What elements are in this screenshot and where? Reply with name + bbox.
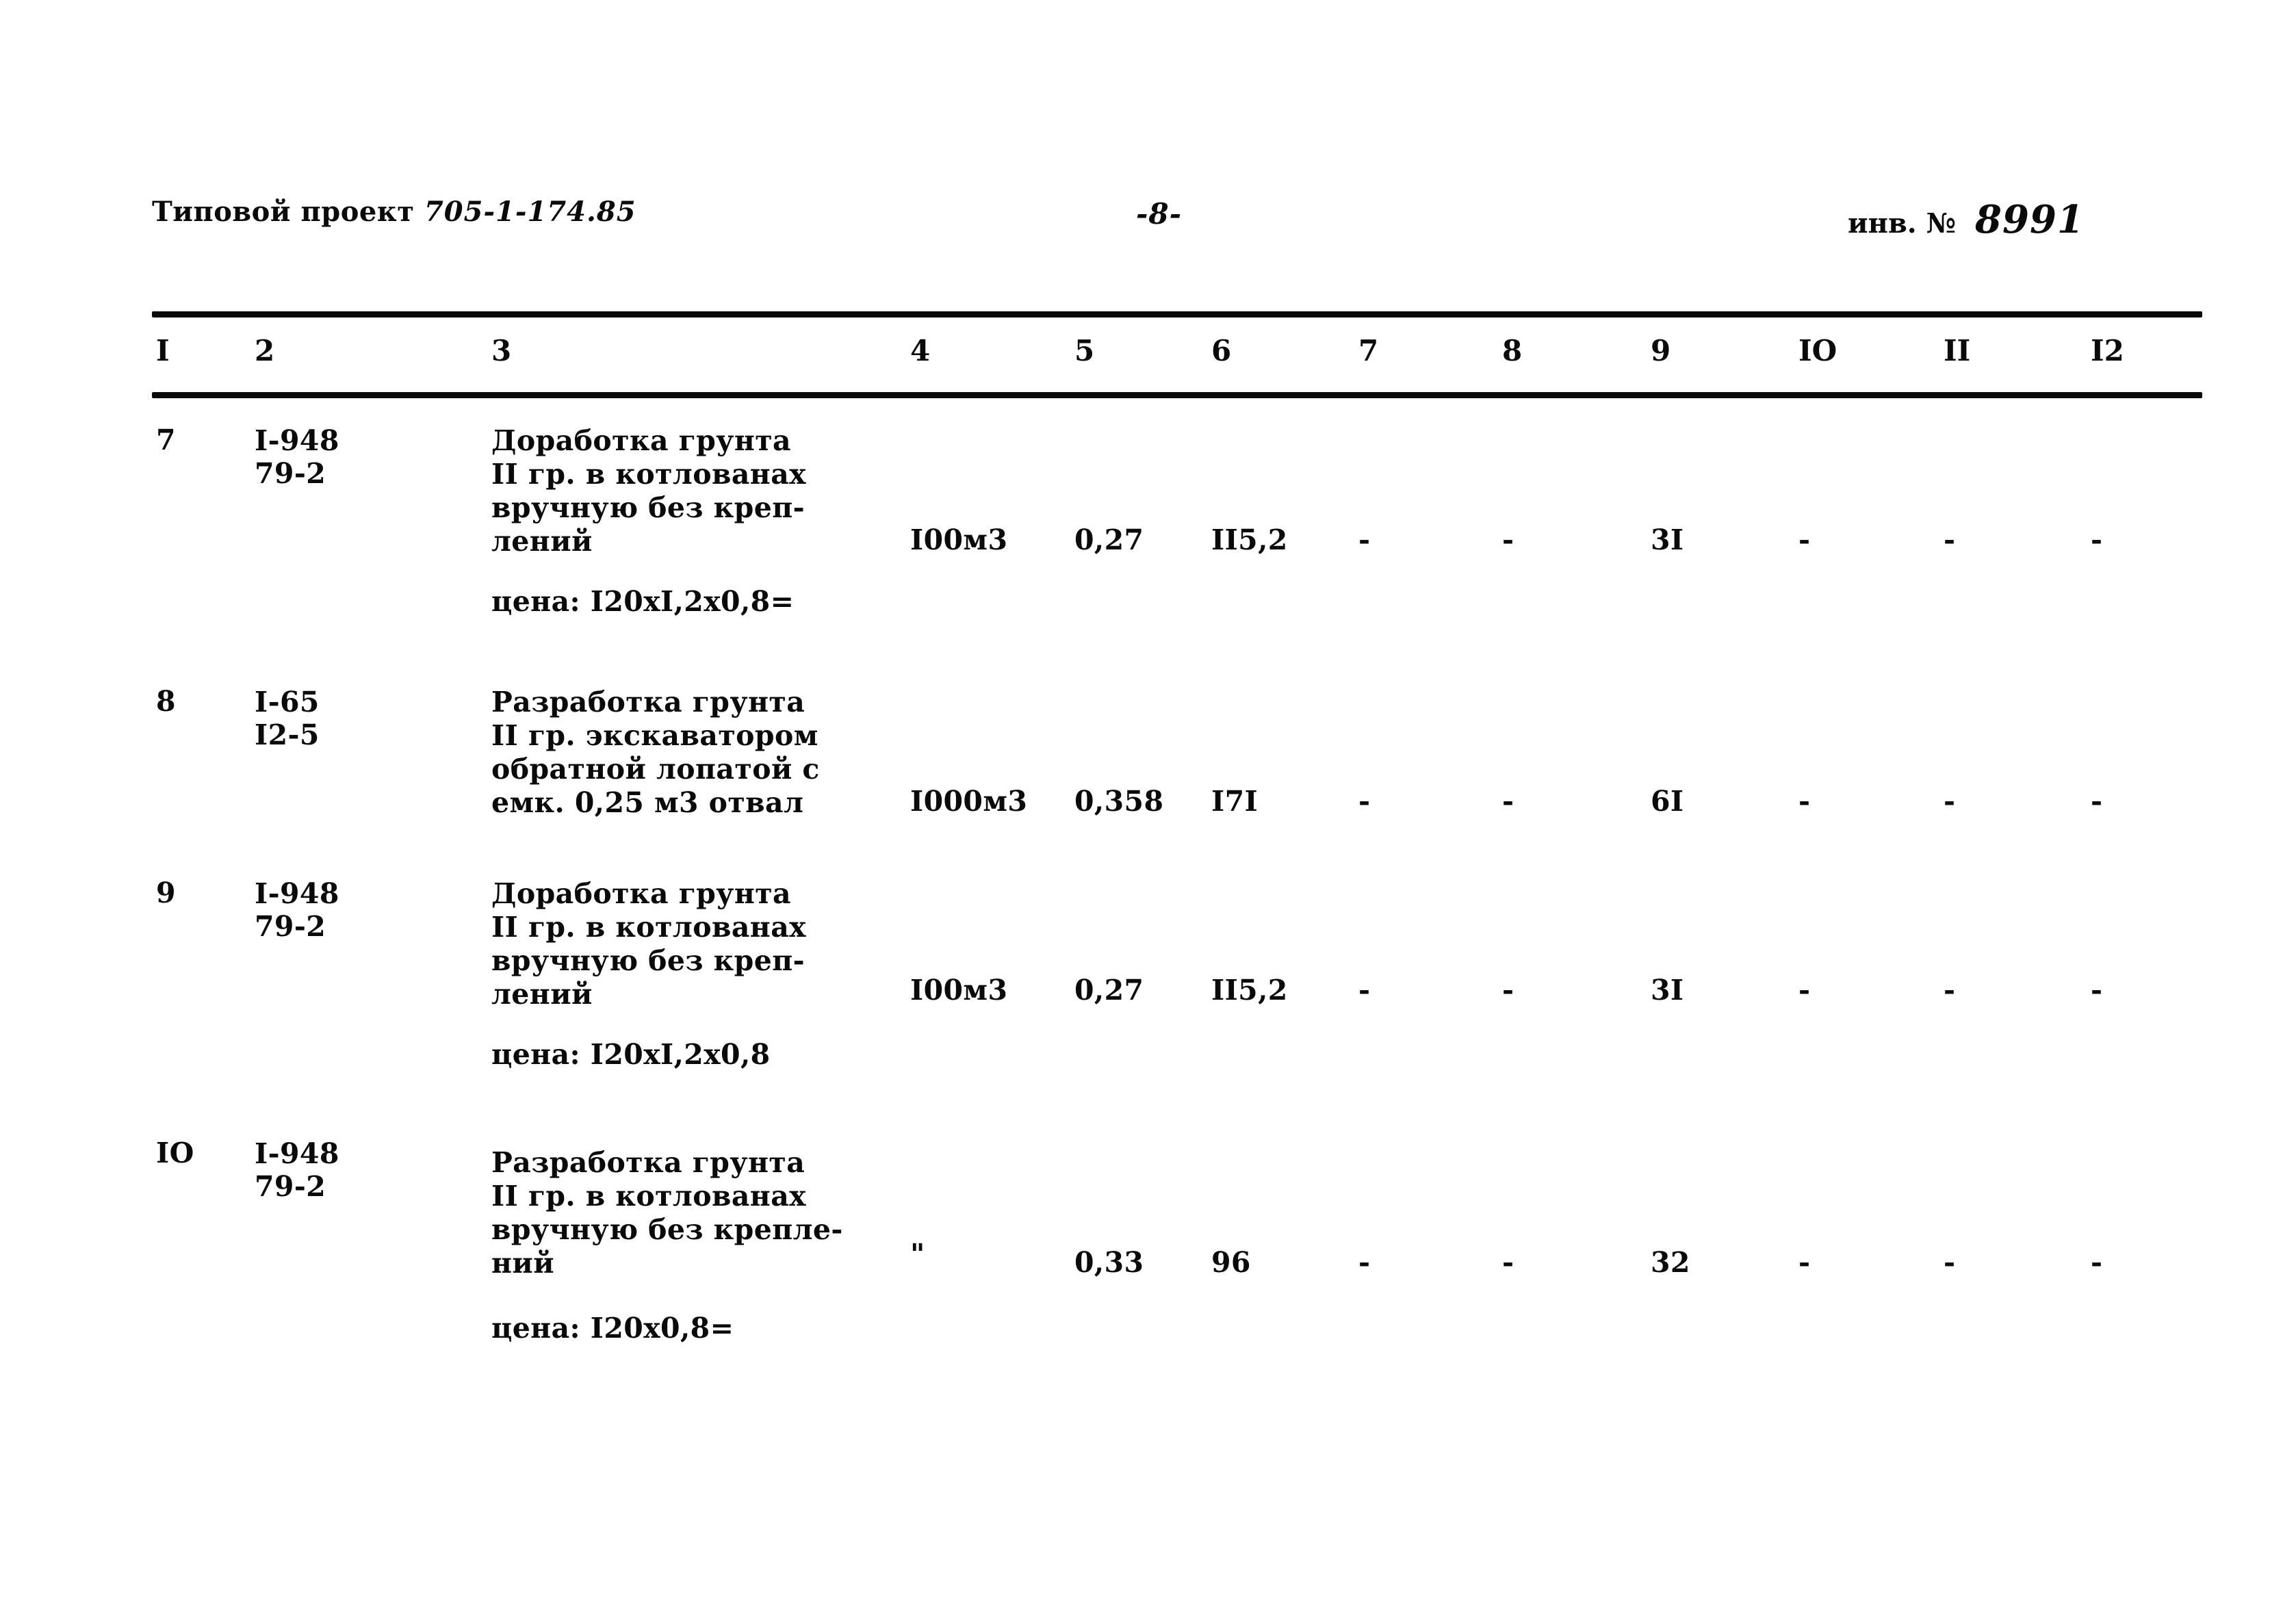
row-code-line-2: 79-2: [255, 910, 326, 943]
row-col-8: -: [1502, 1246, 1514, 1279]
row-col-10: -: [1798, 974, 1811, 1007]
row-code-line-1: I-948: [255, 877, 339, 910]
row-description: Доработка грунта II гр. в котлованах вру…: [491, 424, 807, 558]
row-unit: I000м3: [910, 785, 1028, 818]
row-code-line-2: 79-2: [255, 1170, 326, 1203]
row-col-9: 3I: [1651, 523, 1684, 556]
row-col-12: -: [2091, 1246, 2103, 1279]
row-unit: ": [910, 1238, 925, 1271]
row-price-note: цена: I20xI,2x0,8=: [491, 585, 795, 618]
row-col-9: 32: [1651, 1246, 1690, 1279]
row-col-8: -: [1502, 523, 1514, 556]
row-col-10: -: [1798, 785, 1811, 818]
row-col-5: 0,33: [1074, 1246, 1144, 1279]
row-col-8: -: [1502, 974, 1514, 1007]
row-col-11: -: [1944, 1246, 1956, 1279]
row-description: Разработка грунта II гр. экскаватором об…: [491, 686, 820, 819]
row-col-9: 3I: [1651, 974, 1684, 1007]
row-col-12: -: [2091, 785, 2103, 818]
row-number: 7: [156, 424, 176, 456]
row-code-line-1: I-65: [255, 686, 320, 718]
row-col-5: 0,27: [1074, 523, 1144, 556]
row-code-line-1: I-948: [255, 1137, 339, 1170]
row-col-8: -: [1502, 785, 1514, 818]
row-col-5: 0,358: [1074, 785, 1164, 818]
row-unit: I00м3: [910, 523, 1008, 556]
row-code-line-2: 79-2: [255, 457, 326, 490]
document-page: Типовой проект 705-1-174.85 -8- инв. № 8…: [0, 0, 2296, 1608]
row-description: Доработка грунта II гр. в котлованах вру…: [491, 877, 807, 1011]
row-col-12: -: [2091, 974, 2103, 1007]
row-col-6: II5,2: [1211, 974, 1288, 1007]
row-col-12: -: [2091, 523, 2103, 556]
row-col-7: -: [1358, 1246, 1371, 1279]
row-col-7: -: [1358, 974, 1371, 1007]
row-number: 8: [156, 685, 176, 718]
row-col-7: -: [1358, 785, 1371, 818]
row-col-7: -: [1358, 523, 1371, 556]
row-description: Разработка грунта II гр. в котлованах вр…: [491, 1146, 843, 1280]
row-col-11: -: [1944, 523, 1956, 556]
row-col-11: -: [1944, 974, 1956, 1007]
row-code-line-1: I-948: [255, 424, 339, 457]
row-col-10: -: [1798, 523, 1811, 556]
row-number: IO: [156, 1137, 194, 1169]
row-col-9: 6I: [1651, 785, 1684, 818]
row-price-note: цена: I20x0,8=: [491, 1312, 734, 1345]
row-col-6: II5,2: [1211, 523, 1288, 556]
row-number: 9: [156, 877, 176, 909]
row-price-note: цена: I20xI,2x0,8: [491, 1038, 771, 1071]
row-code-line-2: I2-5: [255, 718, 320, 751]
row-col-6: I7I: [1211, 785, 1259, 818]
row-col-6: 96: [1211, 1246, 1251, 1279]
row-col-11: -: [1944, 785, 1956, 818]
row-col-10: -: [1798, 1246, 1811, 1279]
table-body: 7 I-948 79-2 Доработка грунта II гр. в к…: [0, 0, 2296, 1608]
row-col-5: 0,27: [1074, 974, 1144, 1007]
row-unit: I00м3: [910, 974, 1008, 1007]
